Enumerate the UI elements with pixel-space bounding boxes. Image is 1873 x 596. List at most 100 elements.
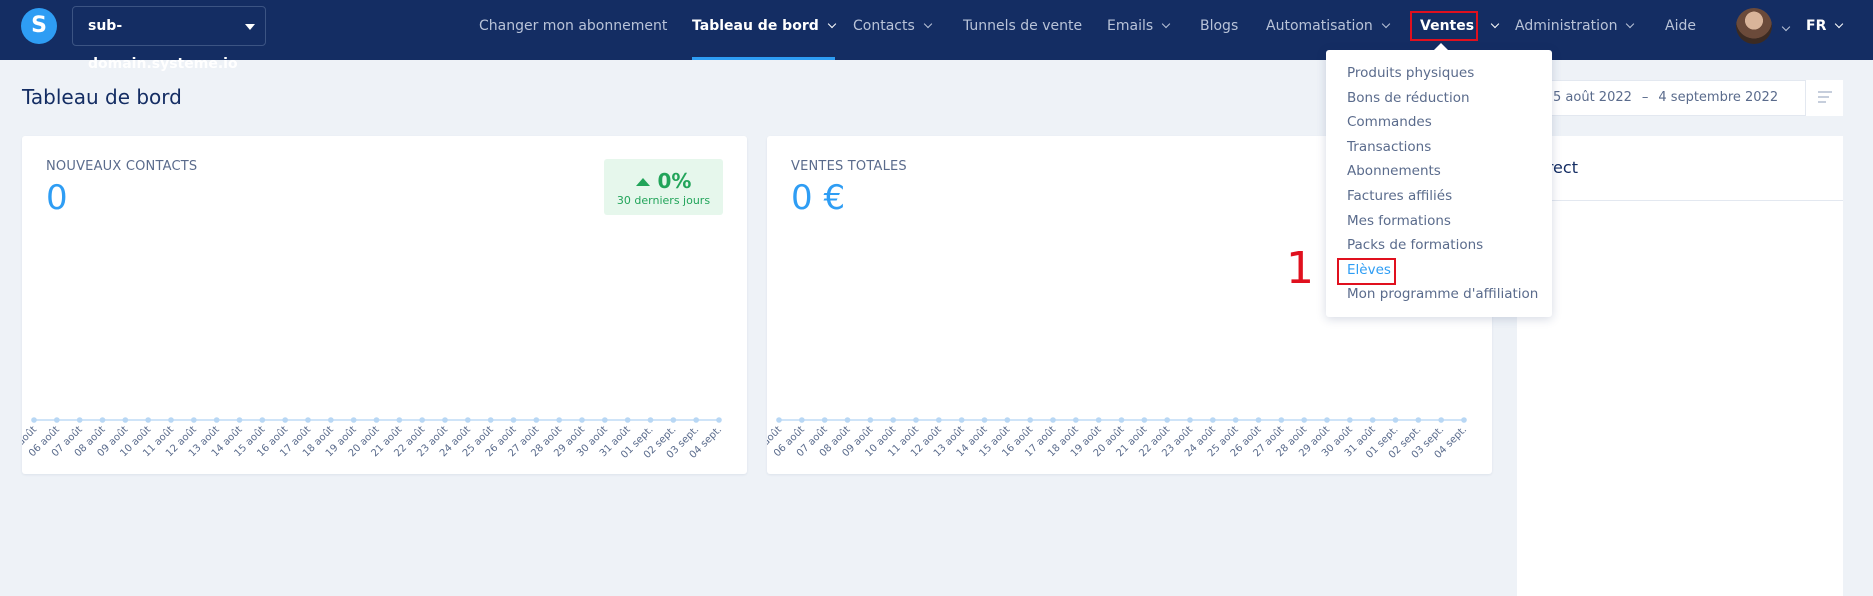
data-point <box>1073 417 1079 423</box>
data-point <box>122 417 129 423</box>
data-point <box>168 417 174 423</box>
data-point <box>1210 417 1216 423</box>
date-separator: – <box>1641 90 1649 105</box>
menu-item-subscriptions[interactable]: Abonnements <box>1347 163 1441 179</box>
data-point <box>1118 417 1125 423</box>
data-point <box>624 417 631 423</box>
data-point <box>936 417 942 423</box>
data-point <box>1027 417 1033 423</box>
data-point <box>99 417 106 423</box>
menu-item-orders[interactable]: Commandes <box>1347 114 1432 130</box>
domain-selector[interactable]: sub-domain.systeme.io <box>72 6 266 72</box>
filter-icon[interactable] <box>1805 80 1843 116</box>
data-point <box>1461 417 1467 423</box>
data-point <box>533 417 540 423</box>
data-point <box>373 417 380 423</box>
data-point <box>890 417 896 423</box>
data-point <box>647 417 654 423</box>
data-point <box>579 417 585 423</box>
nav-sales-funnels[interactable]: Tunnels de vente <box>963 0 1082 60</box>
data-point <box>465 417 471 423</box>
data-point <box>1232 417 1239 423</box>
data-point <box>958 417 965 423</box>
data-point <box>328 417 334 423</box>
data-point <box>1301 417 1307 423</box>
chevron-down-icon <box>1835 19 1844 29</box>
data-point <box>867 417 874 423</box>
data-point <box>821 417 828 423</box>
data-point <box>1050 417 1056 423</box>
data-point <box>799 417 805 423</box>
data-point <box>259 417 266 423</box>
data-point <box>844 417 851 423</box>
data-point <box>442 417 448 423</box>
data-point <box>1255 417 1262 423</box>
menu-item-my-courses[interactable]: Mes formations <box>1347 213 1451 229</box>
caret-down-icon <box>245 24 255 30</box>
data-point <box>981 417 988 423</box>
nav-help[interactable]: Aide <box>1665 0 1696 60</box>
data-point <box>693 417 699 423</box>
data-point <box>1347 417 1353 423</box>
data-point <box>350 417 357 423</box>
menu-item-course-bundles[interactable]: Packs de formations <box>1347 237 1483 253</box>
data-point <box>1141 417 1148 423</box>
data-point <box>1187 417 1193 423</box>
menu-item-affiliate-program[interactable]: Mon programme d'affiliation <box>1347 286 1538 302</box>
user-avatar[interactable] <box>1736 8 1772 44</box>
data-point <box>1438 417 1444 423</box>
chevron-down-icon <box>827 19 837 29</box>
date-range-picker[interactable]: 5 août 2022–4 septembre 2022 <box>1538 80 1843 116</box>
data-point <box>487 417 494 423</box>
data-point <box>76 417 83 423</box>
menu-item-coupons[interactable]: Bons de réduction <box>1347 90 1470 106</box>
new-contacts-card: NOUVEAUX CONTACTS 0 0% 30 derniers jours… <box>22 136 747 474</box>
nav-change-subscription[interactable]: Changer mon abonnement <box>479 0 667 60</box>
data-point <box>716 417 722 423</box>
data-point <box>776 417 782 423</box>
top-navbar: S sub-domain.systeme.io Changer mon abon… <box>0 0 1873 72</box>
chevron-down-icon[interactable] <box>1781 18 1791 37</box>
students-highlight-box <box>1337 258 1396 285</box>
chevron-down-icon <box>1626 19 1635 29</box>
data-point <box>1278 417 1285 423</box>
chevron-down-icon <box>1490 19 1500 29</box>
systeme-logo[interactable]: S <box>21 8 57 44</box>
step-annotation: 1 <box>1286 243 1314 294</box>
data-point <box>396 417 403 423</box>
data-point <box>191 417 197 423</box>
data-point <box>1004 417 1011 423</box>
nav-contacts[interactable]: Contacts <box>853 0 933 60</box>
sales-highlight-box <box>1410 11 1478 41</box>
chevron-down-icon <box>1161 19 1171 29</box>
date-from: 5 août 2022 <box>1553 90 1632 105</box>
nav-blogs[interactable]: Blogs <box>1200 0 1238 60</box>
menu-item-affiliate-invoices[interactable]: Factures affiliés <box>1347 188 1452 204</box>
date-to: 4 septembre 2022 <box>1658 90 1779 105</box>
data-point <box>305 417 311 423</box>
data-point <box>236 417 243 423</box>
menu-item-transactions[interactable]: Transactions <box>1347 139 1431 155</box>
data-point <box>556 417 562 423</box>
data-point <box>1369 417 1376 423</box>
data-point <box>602 417 608 423</box>
live-activity-card: n direct <box>1517 136 1843 596</box>
domain-label: sub-domain.systeme.io <box>88 18 238 72</box>
data-point <box>510 417 517 423</box>
data-point <box>1392 417 1399 423</box>
nav-dashboard[interactable]: Tableau de bord <box>692 0 837 60</box>
data-point <box>31 417 37 423</box>
menu-item-physical-products[interactable]: Produits physiques <box>1347 65 1474 81</box>
data-point <box>54 417 60 423</box>
data-point <box>1164 417 1170 423</box>
data-point <box>1415 417 1422 423</box>
data-point <box>282 417 288 423</box>
contacts-chart: 05 août06 août07 août08 août09 août10 ao… <box>22 417 724 461</box>
data-point <box>913 417 919 423</box>
page-title: Tableau de bord <box>22 85 182 109</box>
language-selector[interactable]: FR <box>1806 0 1844 53</box>
nav-emails[interactable]: Emails <box>1107 0 1171 60</box>
chevron-down-icon <box>1381 19 1391 29</box>
data-point <box>670 417 677 423</box>
data-point <box>213 417 220 423</box>
